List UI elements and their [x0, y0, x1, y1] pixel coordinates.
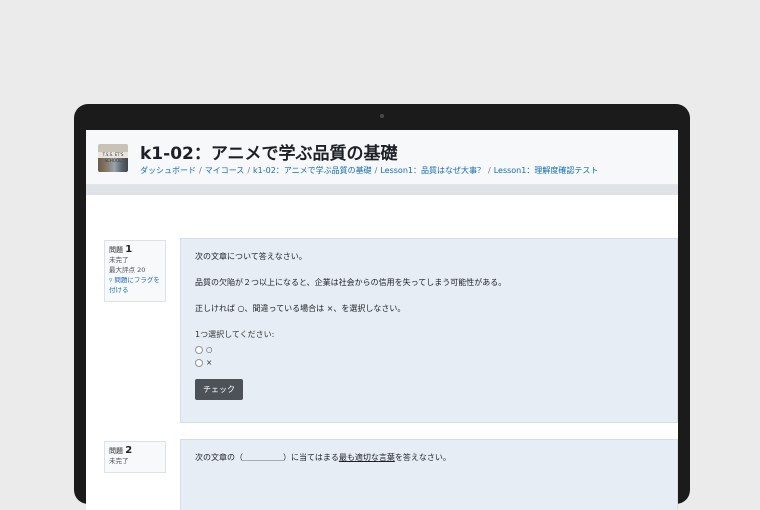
breadcrumb-quiz[interactable]: Lesson1：理解度確認テスト	[494, 166, 599, 175]
breadcrumb-separator: /	[488, 166, 491, 175]
header-divider	[86, 185, 678, 195]
option-true-label: ○	[206, 345, 213, 354]
question-1-line-1: 次の文章について答えなさい。	[195, 252, 307, 261]
radio-false[interactable]	[195, 358, 203, 367]
screen: T.S.S. ET'S SCHOOL k1-02：アニメで学ぶ品質の基礎 ダッシ…	[86, 130, 678, 510]
breadcrumb-separator: /	[199, 166, 202, 175]
radio-true[interactable]	[195, 345, 203, 354]
question-2-content: 次の文章の（＿＿＿＿＿）に当てはまる最も適切な言葉を答えなさい。	[180, 439, 678, 510]
flag-question-label: 問題にフラグを付ける	[109, 276, 160, 294]
flag-question-link[interactable]: ▿ 問題にフラグを付ける	[109, 275, 161, 295]
breadcrumb-course[interactable]: k1-02：アニメで学ぶ品質の基礎	[253, 166, 372, 175]
option-false-label: ×	[206, 358, 213, 367]
quiz-content: 問題 1 未完了 最大評点 20 ▿ 問題にフラグを付ける 次の文章について答え…	[86, 195, 678, 510]
question-1-content: 次の文章について答えなさい。 品質の欠陥が２つ以上になると、企業は社会からの信用…	[180, 238, 678, 423]
question-2-status: 未完了	[109, 457, 129, 465]
question-2-text-emphasis-2: 言葉	[378, 453, 395, 462]
breadcrumb-dashboard[interactable]: ダッシュボード	[140, 166, 196, 175]
question-number: 1	[125, 244, 133, 255]
question-1-line-3: 正しければ ○、間違っている場合は ×、を選択しなさい。	[195, 304, 406, 313]
question-1-prompt: 1つ選択してください:	[195, 330, 275, 339]
course-thumbnail: T.S.S. ET'S SCHOOL	[98, 144, 128, 172]
question-2-text-pre: 次の文章の（＿＿＿＿＿）に当てはまる	[195, 453, 339, 462]
question-2-text-post: を答えなさい。	[394, 453, 451, 462]
page-header: T.S.S. ET'S SCHOOL k1-02：アニメで学ぶ品質の基礎 ダッシ…	[86, 130, 678, 185]
question-1-max-score: 最大評点 20	[109, 266, 146, 274]
question-1-info: 問題 1 未完了 最大評点 20 ▿ 問題にフラグを付ける	[104, 240, 166, 302]
camera-dot	[380, 114, 384, 118]
question-number: 2	[125, 445, 133, 456]
question-2-info: 問題 2 未完了	[104, 441, 166, 473]
breadcrumb-my-courses[interactable]: マイコース	[205, 166, 245, 175]
breadcrumb: ダッシュボード / マイコース / k1-02：アニメで学ぶ品質の基礎 / Lesson1：…	[140, 165, 598, 176]
option-false[interactable]: ×	[195, 356, 663, 369]
page-title: k1-02：アニメで学ぶ品質の基礎	[140, 144, 398, 164]
question-1-status: 未完了	[109, 256, 129, 264]
question-label: 問題	[109, 246, 123, 254]
question-label: 問題	[109, 447, 123, 455]
breadcrumb-separator: /	[374, 166, 378, 175]
question-1-number: 問題 1	[109, 245, 161, 255]
question-2-text-emphasis-1: 最も適切な	[338, 453, 379, 462]
question-2-number: 問題 2	[109, 446, 161, 456]
question-1-line-2: 品質の欠陥が２つ以上になると、企業は社会からの信用を失ってしまう可能性がある。	[195, 278, 507, 287]
breadcrumb-separator: /	[247, 166, 251, 175]
check-button[interactable]: チェック	[195, 379, 243, 400]
question-2-text: 次の文章の（＿＿＿＿＿）に当てはまる最も適切な言葉を答えなさい。	[195, 452, 663, 463]
tablet-frame: T.S.S. ET'S SCHOOL k1-02：アニメで学ぶ品質の基礎 ダッシ…	[74, 104, 690, 510]
flag-icon: ▿	[109, 276, 113, 284]
breadcrumb-lesson[interactable]: Lesson1：品質はなぜ大事？	[380, 166, 485, 175]
option-true[interactable]: ○	[195, 343, 663, 356]
